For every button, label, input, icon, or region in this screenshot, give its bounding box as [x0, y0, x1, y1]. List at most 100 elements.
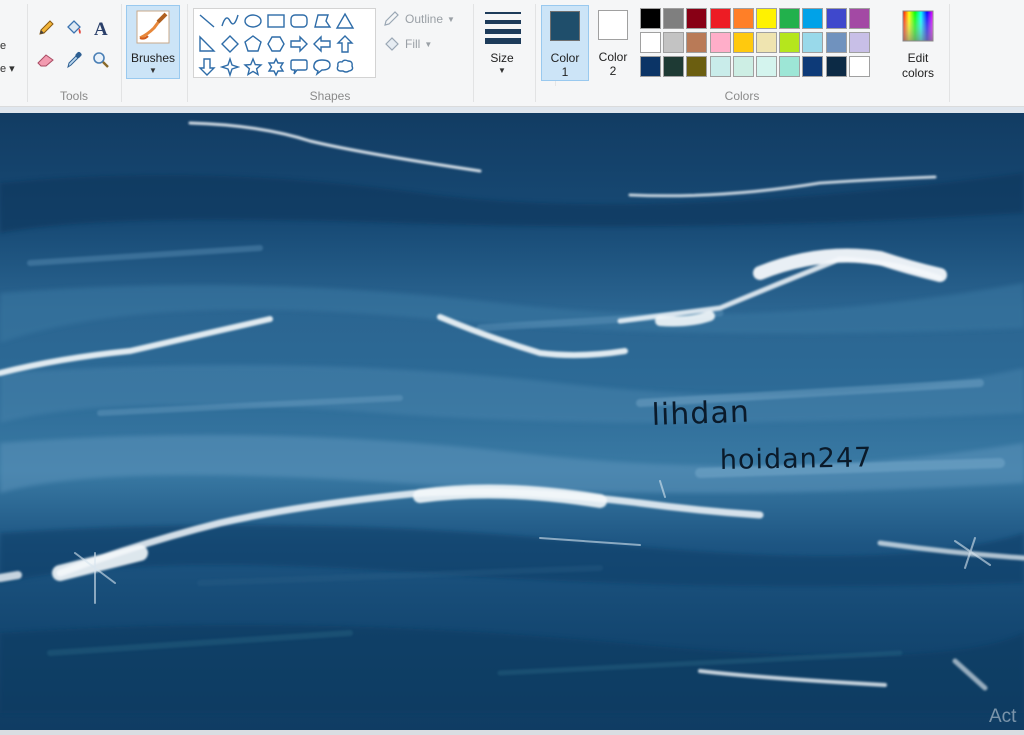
up-arrow-shape-icon[interactable] [335, 34, 355, 54]
brush-icon [136, 10, 170, 44]
signature-text-1: lihdan [651, 395, 750, 433]
outline-label: Outline [405, 12, 444, 26]
palette-swatch[interactable] [779, 8, 801, 29]
palette-swatch[interactable] [663, 8, 685, 29]
rectangle-shape-icon[interactable] [266, 11, 286, 31]
clipped-label: e [0, 40, 7, 52]
palette-swatch[interactable] [825, 56, 847, 77]
group-separator [27, 4, 28, 102]
size-label: Size [490, 51, 514, 65]
palette-swatch[interactable] [709, 56, 731, 77]
chevron-down-icon: ▼ [424, 39, 433, 49]
colors-group-label: Colors [724, 89, 760, 103]
brushes-label: Brushes [130, 51, 176, 65]
palette-swatch[interactable] [802, 56, 824, 77]
edit-colors-button[interactable]: Edit colors [895, 6, 941, 80]
polygon-shape-icon[interactable] [312, 11, 332, 31]
shapes-gallery [193, 8, 567, 86]
line-size-icon [485, 12, 521, 44]
rounded-rectangle-shape-icon[interactable] [289, 11, 309, 31]
outline-icon [384, 11, 399, 26]
palette-swatch[interactable] [663, 56, 685, 77]
color-picker-tool[interactable] [63, 49, 85, 71]
fill-button[interactable]: Fill ▼ [383, 36, 432, 52]
palette-swatch[interactable] [732, 56, 754, 77]
right-arrow-shape-icon[interactable] [289, 34, 309, 54]
text-icon: A [94, 19, 108, 38]
palette-swatch[interactable] [732, 32, 754, 53]
six-point-star-shape-icon[interactable] [266, 57, 286, 77]
signature-text-2: hoidan247 [720, 442, 873, 476]
group-separator [535, 4, 536, 102]
group-separator [187, 4, 188, 102]
hexagon-shape-icon[interactable] [266, 34, 286, 54]
tools-group-label: Tools [59, 89, 88, 103]
palette-swatch[interactable] [709, 8, 731, 29]
cloud-callout-shape-icon[interactable] [335, 57, 355, 77]
palette-swatch[interactable] [848, 8, 870, 29]
color-2-label: Color 2 [598, 50, 628, 78]
ribbon: e e ▾ A Tools Brushes ▼ Outline ▼ Fill ▼… [0, 0, 1024, 107]
chevron-down-icon: ▼ [498, 66, 506, 75]
color-1-button[interactable]: Color 1 [541, 5, 589, 81]
fill-icon [385, 37, 399, 51]
palette-swatch[interactable] [779, 32, 801, 53]
pentagon-shape-icon[interactable] [243, 34, 263, 54]
eraser-tool[interactable] [35, 49, 57, 71]
status-bar [0, 730, 1024, 735]
brushes-button[interactable]: Brushes ▼ [126, 5, 180, 79]
palette-swatch[interactable] [686, 8, 708, 29]
edit-colors-label: Edit colors [901, 51, 934, 80]
five-point-star-shape-icon[interactable] [243, 57, 263, 77]
palette-swatch[interactable] [709, 32, 731, 53]
four-point-star-shape-icon[interactable] [220, 57, 240, 77]
text-tool[interactable]: A [90, 17, 112, 39]
palette-swatch[interactable] [756, 8, 777, 29]
palette-swatch[interactable] [640, 32, 661, 53]
palette-swatch[interactable] [756, 32, 777, 53]
palette-swatch[interactable] [732, 8, 754, 29]
fill-tool[interactable] [63, 17, 85, 39]
magnifier-tool[interactable] [90, 49, 112, 71]
clipped-dropdown[interactable]: e ▾ [0, 62, 15, 75]
pencil-tool[interactable] [35, 17, 57, 39]
palette-swatch[interactable] [640, 56, 661, 77]
right-triangle-shape-icon[interactable] [197, 34, 217, 54]
ocean-painting: lihdan hoidan247 [0, 113, 1024, 730]
palette-swatch[interactable] [848, 32, 870, 53]
eraser-icon [37, 54, 54, 67]
rounded-callout-shape-icon[interactable] [289, 57, 309, 77]
palette-swatch[interactable] [686, 56, 708, 77]
diamond-shape-icon[interactable] [220, 34, 240, 54]
palette-swatch[interactable] [825, 32, 847, 53]
left-arrow-shape-icon[interactable] [312, 34, 332, 54]
palette-swatch[interactable] [756, 56, 777, 77]
eyedropper-icon [67, 51, 82, 69]
drawing-canvas[interactable]: lihdan hoidan247 [0, 113, 1024, 730]
paint-bucket-icon [67, 20, 81, 34]
palette-swatch[interactable] [779, 56, 801, 77]
line-shape-icon[interactable] [197, 11, 217, 31]
palette-swatch[interactable] [640, 8, 661, 29]
group-separator [121, 4, 122, 102]
pencil-icon [39, 20, 54, 35]
triangle-shape-icon[interactable] [335, 11, 355, 31]
palette-swatch[interactable] [686, 32, 708, 53]
group-separator [473, 4, 474, 102]
oval-callout-shape-icon[interactable] [312, 57, 332, 77]
palette-swatch[interactable] [825, 8, 847, 29]
color-spectrum-icon [902, 10, 934, 42]
color-1-label: Color 1 [550, 51, 580, 79]
curve-shape-icon[interactable] [220, 11, 240, 31]
palette-swatch[interactable] [848, 56, 870, 77]
oval-shape-icon[interactable] [243, 11, 263, 31]
outline-button[interactable]: Outline ▼ [383, 11, 455, 27]
palette-swatch[interactable] [663, 32, 685, 53]
down-arrow-shape-icon[interactable] [197, 57, 217, 77]
color-2-button[interactable]: Color 2 [590, 5, 638, 81]
magnifier-icon [93, 52, 109, 68]
palette-swatch[interactable] [802, 32, 824, 53]
palette-swatch[interactable] [802, 8, 824, 29]
color-1-swatch [550, 11, 580, 41]
chevron-down-icon: ▼ [447, 14, 455, 24]
